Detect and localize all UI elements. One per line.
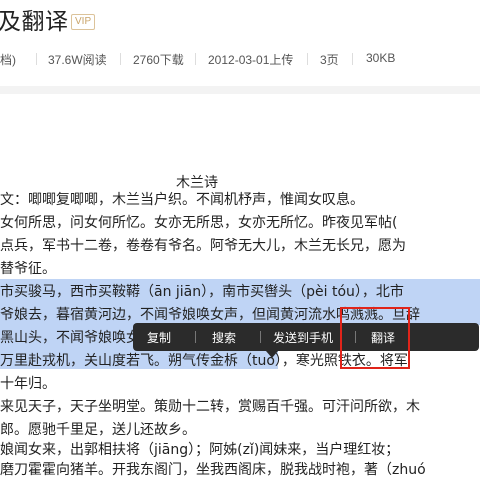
search-button[interactable]: 搜索 [212,329,236,346]
section-divider [0,86,480,94]
meta-divider [352,53,353,65]
translate-highlight-box [340,307,410,369]
poem-line[interactable]: 市买骏马，西市买鞍鞯（ān jiān），南市买辔头（pèi tóu），北市 [0,282,480,302]
meta-divider [307,53,308,65]
send-to-phone-button[interactable]: 发送到手机 [273,329,333,346]
menu-divider [260,331,261,343]
upload-date: 2012-03-01上传 [208,53,294,67]
poem-line[interactable]: 郎。愿驰千里足，送儿还故乡。 [0,420,480,440]
vip-badge: VIP [71,14,96,30]
poem-line[interactable]: 替爷征。 [0,259,480,279]
poem-line[interactable]: 女何所思，问女何所忆。女亦无所思，女亦无所忆。昨夜见军帖( [0,213,480,233]
poem-line[interactable]: 点兵，军书十二卷，卷卷有爷名。阿爷无大儿，木兰无长兄，愿为 [0,236,480,256]
menu-divider [195,331,196,343]
poem-line[interactable]: 来见天子，天子坐明堂。策勋十二转，赏赐百千强。可汗问所欲，木 [0,397,480,417]
meta-divider [36,53,37,65]
poem-line[interactable]: 娘闻女来，出郭相扶将（jiāng）；阿姊(zǐ)闻妹来，当户理红妆； [0,440,480,460]
context-menu-pointer [266,351,278,358]
doc-type-suffix: 档) [0,53,16,67]
poem-line[interactable]: 磨刀霍霍向猪羊。开我东阁门，坐我西阁床，脱我战时袍，著（zhuó [0,460,480,480]
meta-divider [195,53,196,65]
copy-button[interactable]: 复制 [147,329,171,346]
read-count: 37.6W阅读 [48,53,107,67]
selection-context-menu: 复制 搜索 发送到手机 翻译 [133,323,479,351]
poem-line[interactable]: 十年归。 [0,374,480,394]
meta-divider [120,53,121,65]
poem-line[interactable]: 文：唧唧复唧唧，木兰当户织。不闻机杼声，惟闻女叹息。 [0,190,480,210]
download-count: 2760下载 [133,53,184,67]
document-meta: 档) 37.6W阅读 2760下载 2012-03-01上传 3页 30KB [0,49,480,69]
page-title: 及翻译 [0,9,69,35]
page-count: 3页 [320,53,339,67]
file-size: 30KB [366,51,396,65]
poem-title: 木兰诗 [176,175,218,191]
document-header: 及翻译 VIP 档) 37.6W阅读 2760下载 2012-03-01上传 3… [0,0,480,86]
